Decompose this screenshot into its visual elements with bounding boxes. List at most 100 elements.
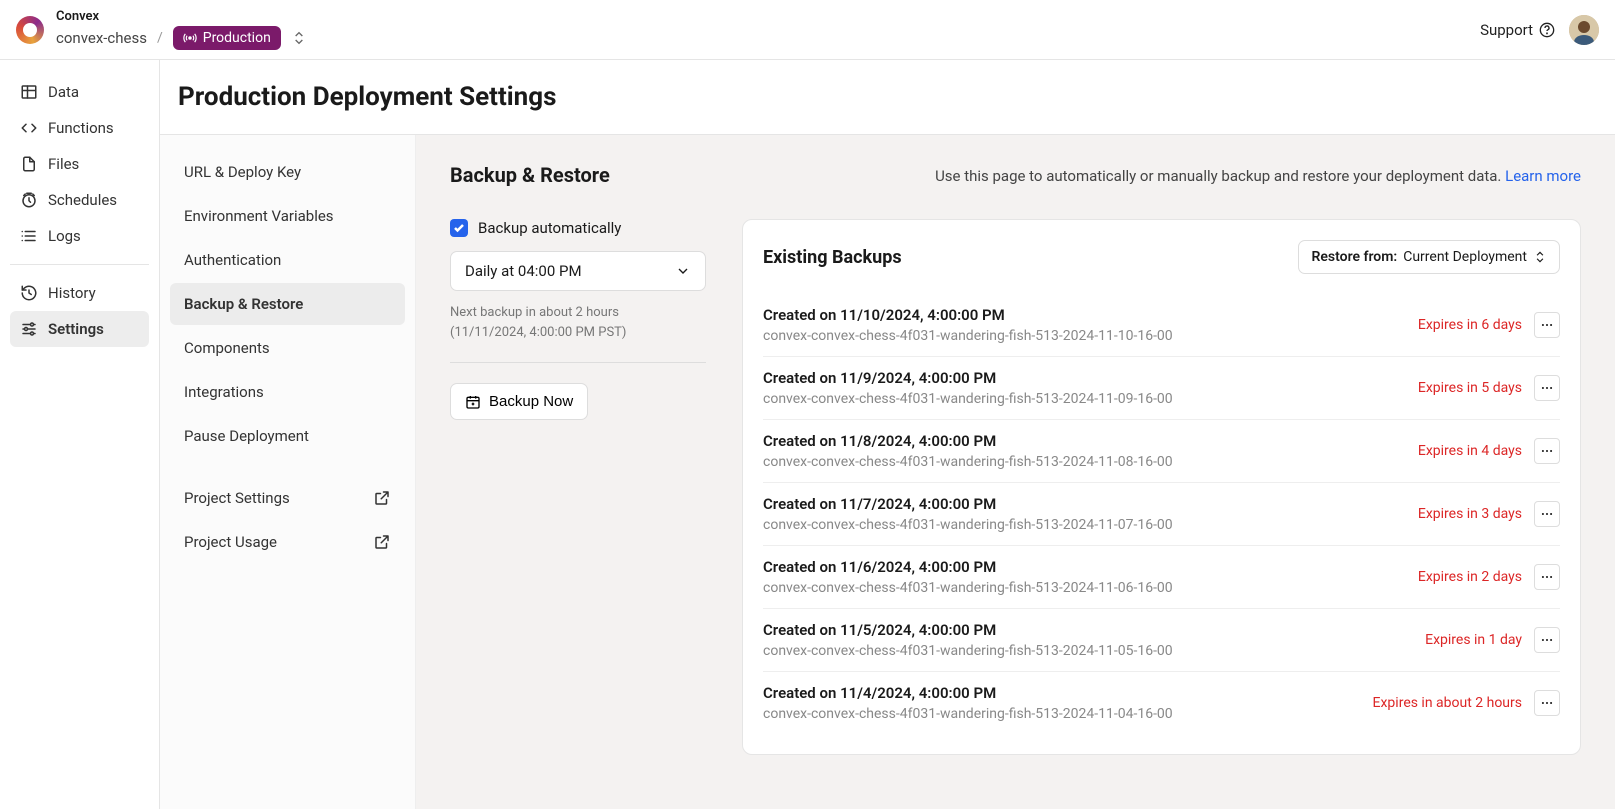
env-badge[interactable]: Production	[173, 26, 281, 50]
backup-info: Created on 11/9/2024, 4:00:00 PM convex-c…	[763, 369, 1173, 407]
settings-nav-item-environment-variables[interactable]: Environment Variables	[170, 195, 405, 237]
backup-row: Created on 11/9/2024, 4:00:00 PM convex-c…	[763, 357, 1560, 420]
dots-horizontal-icon	[1540, 633, 1554, 647]
leftnav-item-files[interactable]: Files	[10, 146, 149, 182]
backup-filename: convex-convex-chess-4f031-wandering-fish…	[763, 391, 1173, 407]
auto-backup-label: Backup automatically	[478, 219, 621, 237]
backup-row: Created on 11/8/2024, 4:00:00 PM convex-c…	[763, 420, 1560, 483]
backup-title: Created on 11/7/2024, 4:00:00 PM	[763, 495, 1173, 513]
restore-from-select[interactable]: Restore from: Current Deployment	[1298, 240, 1560, 274]
dots-horizontal-icon	[1540, 318, 1554, 332]
history-icon	[20, 284, 38, 302]
settings-nav-label: Backup & Restore	[184, 295, 303, 313]
backup-title: Created on 11/5/2024, 4:00:00 PM	[763, 621, 1173, 639]
schedule-value: Daily at 04:00 PM	[465, 262, 582, 280]
main: Production Deployment Settings URL & Dep…	[160, 60, 1615, 809]
backup-menu-button[interactable]	[1534, 438, 1560, 464]
section-description: Use this page to automatically or manual…	[935, 167, 1581, 185]
header-left: Convex convex-chess / Production	[16, 9, 307, 50]
backup-actions: Expires in 2 days	[1418, 564, 1560, 590]
existing-backups-title: Existing Backups	[763, 247, 902, 268]
leftnav-item-data[interactable]: Data	[10, 74, 149, 110]
backup-info: Created on 11/6/2024, 4:00:00 PMconvex-c…	[763, 558, 1173, 596]
backup-actions: Expires in 5 days	[1418, 375, 1560, 401]
section-title: Backup & Restore	[450, 163, 610, 187]
project-row: convex-chess / Production	[56, 26, 307, 50]
settings-nav-label: URL & Deploy Key	[184, 163, 301, 181]
org-block: Convex convex-chess / Production	[56, 9, 307, 50]
header: Convex convex-chess / Production Support	[0, 0, 1615, 60]
backup-now-button[interactable]: Backup Now	[450, 383, 588, 420]
chevron-up-down-icon[interactable]	[291, 30, 307, 46]
help-icon	[1539, 22, 1555, 38]
leftnav-label: Files	[48, 155, 79, 173]
leftnav-label: History	[48, 284, 96, 302]
settings-nav-label: Pause Deployment	[184, 427, 309, 445]
backup-menu-button[interactable]	[1534, 627, 1560, 653]
header-right: Support	[1480, 15, 1599, 45]
support-link[interactable]: Support	[1480, 21, 1555, 39]
backup-title: Created on 11/9/2024, 4:00:00 PM	[763, 369, 1173, 387]
dots-horizontal-icon	[1540, 570, 1554, 584]
project-name[interactable]: convex-chess	[56, 29, 147, 47]
settings-nav-item-authentication[interactable]: Authentication	[170, 239, 405, 281]
backup-filename: convex-convex-chess-4f031-wandering-fish…	[763, 643, 1173, 659]
backup-menu-button[interactable]	[1534, 501, 1560, 527]
leftnav-item-history[interactable]: History	[10, 275, 149, 311]
convex-logo[interactable]	[16, 16, 44, 44]
settings-nav-item-integrations[interactable]: Integrations	[170, 371, 405, 413]
backup-actions: Expires in 4 days	[1418, 438, 1560, 464]
settings-nav-item-pause-deployment[interactable]: Pause Deployment	[170, 415, 405, 457]
backup-menu-button[interactable]	[1534, 564, 1560, 590]
broadcast-icon	[183, 31, 197, 45]
backup-menu-button[interactable]	[1534, 690, 1560, 716]
backup-actions: Expires in 6 days	[1418, 312, 1560, 338]
dots-horizontal-icon	[1540, 381, 1554, 395]
learn-more-link[interactable]: Learn more	[1505, 167, 1581, 185]
list-icon	[20, 227, 38, 245]
breadcrumb-slash: /	[157, 30, 163, 46]
file-icon	[20, 155, 38, 173]
backup-filename: convex-convex-chess-4f031-wandering-fish…	[763, 454, 1173, 470]
backup-menu-button[interactable]	[1534, 312, 1560, 338]
backup-expires: Expires in 6 days	[1418, 317, 1522, 333]
settings-nav-item-project-settings[interactable]: Project Settings	[170, 477, 405, 519]
settings-nav-item-url-deploy-key[interactable]: URL & Deploy Key	[170, 151, 405, 193]
backup-row: Created on 11/6/2024, 4:00:00 PMconvex-c…	[763, 546, 1560, 609]
org-name[interactable]: Convex	[56, 9, 307, 24]
avatar[interactable]	[1569, 15, 1599, 45]
schedule-select[interactable]: Daily at 04:00 PM	[450, 251, 706, 291]
settings-nav-item-backup-restore[interactable]: Backup & Restore	[170, 283, 405, 325]
leftnav-label: Settings	[48, 320, 104, 338]
settings-nav-item-components[interactable]: Components	[170, 327, 405, 369]
leftnav-item-logs[interactable]: Logs	[10, 218, 149, 254]
settings-nav: URL & Deploy Key Environment VariablesAut…	[160, 135, 416, 809]
backup-expires: Expires in 4 days	[1418, 443, 1522, 459]
external-icon	[373, 489, 391, 507]
settings-nav-label: Integrations	[184, 383, 264, 401]
auto-backup-checkbox[interactable]	[450, 219, 468, 237]
backup-config: Backup automatically Daily at 04:00 PM N…	[450, 219, 706, 420]
backup-filename: convex-convex-chess-4f031-wandering-fish…	[763, 517, 1173, 533]
backup-filename: convex-convex-chess-4f031-wandering-fish…	[763, 580, 1173, 596]
next-backup-hint: Next backup in about 2 hours (11/11/2024…	[450, 303, 706, 342]
panel: Backup & Restore Use this page to automa…	[416, 135, 1615, 809]
backup-row: Created on 11/10/2024, 4:00:00 PMconvex-…	[763, 294, 1560, 357]
backup-row: Created on 11/7/2024, 4:00:00 PM convex-c…	[763, 483, 1560, 546]
backup-expires: Expires in 3 days	[1418, 506, 1522, 522]
settings-nav-label: Project Settings	[184, 489, 290, 507]
leftnav-label: Functions	[48, 119, 114, 137]
leftnav-item-functions[interactable]: Functions	[10, 110, 149, 146]
backup-menu-button[interactable]	[1534, 375, 1560, 401]
backup-now-label: Backup Now	[489, 393, 573, 410]
leftnav-item-schedules[interactable]: Schedules	[10, 182, 149, 218]
dots-horizontal-icon	[1540, 696, 1554, 710]
settings-nav-item-project-usage[interactable]: Project Usage	[170, 521, 405, 563]
external-icon	[373, 533, 391, 551]
backup-expires: Expires in 5 days	[1418, 380, 1522, 396]
env-label: Production	[203, 30, 271, 46]
restore-from-value: Current Deployment	[1403, 249, 1527, 265]
leftnav-item-settings[interactable]: Settings	[10, 311, 149, 347]
chevron-up-down-icon	[1533, 250, 1547, 264]
backup-title: Created on 11/8/2024, 4:00:00 PM	[763, 432, 1173, 450]
